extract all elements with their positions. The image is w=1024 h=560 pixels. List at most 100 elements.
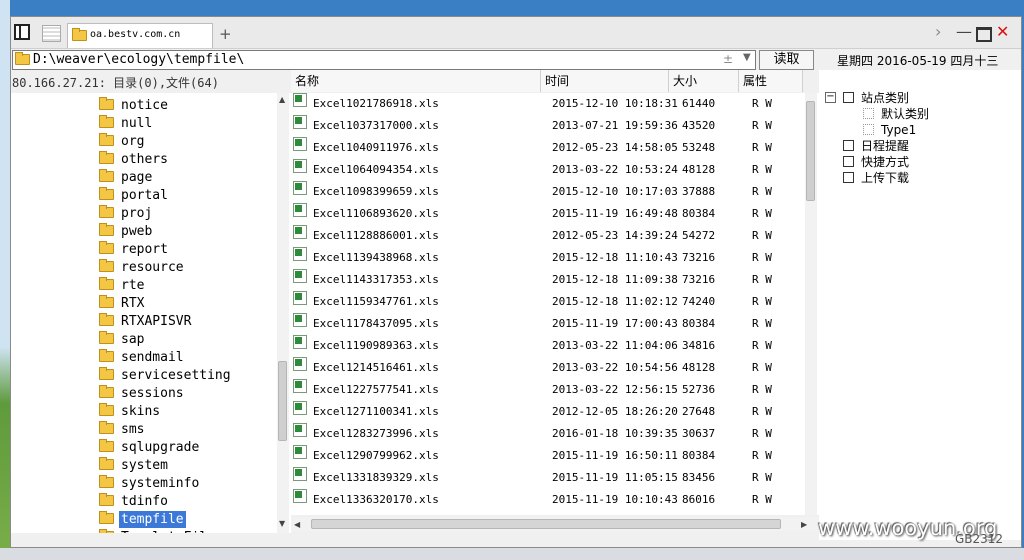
file-attr: R W <box>752 317 772 330</box>
folder-tree: notice null org others page portal proj pweb rep… <box>11 93 291 533</box>
file-attr: R W <box>752 97 772 110</box>
tree-scroll-thumb[interactable] <box>278 361 287 441</box>
folder-icon <box>99 511 114 524</box>
excel-file-icon <box>293 423 307 437</box>
tree-item-label: sessions <box>121 386 184 401</box>
folder-icon <box>99 223 114 236</box>
column-header-size[interactable]: 大小 <box>669 70 739 92</box>
read-button[interactable]: 读取 <box>759 50 814 70</box>
chevron-right-icon[interactable]: › <box>935 22 941 42</box>
file-name: Excel1190989363.xls <box>313 339 439 352</box>
file-name: Excel1106893620.xls <box>313 207 439 220</box>
file-list-scrollbar[interactable] <box>805 93 817 515</box>
folder-icon <box>99 403 114 416</box>
right-panel-item-label: 站点类别 <box>861 91 910 105</box>
excel-file-icon <box>293 467 307 481</box>
close-button[interactable]: ✕ <box>996 22 1009 42</box>
tree-item-label: tdinfo <box>121 494 168 509</box>
sidebar-toggle-icon[interactable] <box>14 24 30 40</box>
shortcut-icon <box>843 156 854 167</box>
new-tab-button[interactable]: + <box>219 25 232 43</box>
file-row[interactable]: Excel1106893620.xls 2015-11-19 16:49:48 80… <box>291 203 811 225</box>
file-row[interactable]: Excel1336320170.xls 2015-11-19 10:10:43 86… <box>291 489 811 511</box>
file-row[interactable]: Excel1098399659.xls 2015-12-10 10:17:03 37… <box>291 181 811 203</box>
file-row[interactable]: Excel1271100341.xls 2012-12-05 18:26:20 27… <box>291 401 811 423</box>
scroll-down-icon[interactable]: ▼ <box>279 519 285 528</box>
folder-icon <box>99 205 114 218</box>
desktop-taskbar-strip <box>0 548 1024 560</box>
folder-icon <box>99 421 114 434</box>
minimize-button[interactable]: — <box>956 22 972 42</box>
file-row[interactable]: Excel1190989363.xls 2013-03-22 11:04:06 34… <box>291 335 811 357</box>
folder-icon <box>99 529 114 533</box>
scroll-up-icon[interactable]: ▲ <box>279 95 285 104</box>
file-time: 2015-11-19 10:10:43 <box>552 493 678 506</box>
file-scroll-thumb[interactable] <box>806 101 815 201</box>
right-panel-item-label: Type1 <box>881 123 917 137</box>
file-row[interactable]: Excel1227577541.xls 2013-03-22 12:56:15 52… <box>291 379 811 401</box>
folder-icon <box>99 115 114 128</box>
file-attr: R W <box>752 119 772 132</box>
path-input[interactable]: D:\weaver\ecology\tempfile\ ± ▼ <box>12 50 756 70</box>
file-row[interactable]: Excel1159347761.xls 2015-12-18 11:02:12 74… <box>291 291 811 313</box>
tree-item-label: null <box>121 116 153 131</box>
right-panel: 站点类别 − 默认类别 Type1 日程提醒 快捷方式 上传下载 <box>819 70 1021 540</box>
file-name: Excel1128886001.xls <box>313 229 439 242</box>
file-row[interactable]: Excel1283273996.xls 2016-01-18 10:39:35 30… <box>291 423 811 445</box>
excel-file-icon <box>293 159 307 173</box>
tree-scrollbar[interactable]: ▲ ▼ <box>277 93 289 533</box>
file-size: 30637 <box>682 427 716 440</box>
scroll-right-icon[interactable]: ▶ <box>801 520 807 529</box>
file-size: 34816 <box>682 339 716 352</box>
file-row[interactable]: Excel1214516461.xls 2013-03-22 10:54:56 48… <box>291 357 811 379</box>
category-icon <box>863 124 874 135</box>
file-name: Excel1283273996.xls <box>313 427 439 440</box>
file-row[interactable]: Excel1021786918.xls 2015-12-10 10:18:31 61… <box>291 93 811 115</box>
encoding-label: GB2312 <box>955 532 1004 546</box>
plus-minus-icon[interactable]: ± <box>723 52 733 66</box>
file-row[interactable]: Excel1128886001.xls 2012-05-23 14:39:24 54… <box>291 225 811 247</box>
scroll-left-icon[interactable]: ◀ <box>294 520 300 529</box>
tree-item-label: sqlupgrade <box>121 440 200 455</box>
folder-icon <box>99 169 114 182</box>
chevron-down-icon[interactable]: ▼ <box>743 52 751 63</box>
file-size: 54272 <box>682 229 716 242</box>
file-time: 2013-03-22 10:53:24 <box>552 163 678 176</box>
file-row[interactable]: Excel1290799962.xls 2015-11-19 16:50:11 80… <box>291 445 811 467</box>
column-header-attr[interactable]: 属性 <box>739 70 803 92</box>
folder-icon <box>99 97 114 110</box>
tree-item-label: system <box>121 458 168 473</box>
file-row[interactable]: Excel1139438968.xls 2015-12-18 11:10:43 73… <box>291 247 811 269</box>
file-row[interactable]: Excel1040911976.xls 2012-05-23 14:58:05 53… <box>291 137 811 159</box>
column-header-time[interactable]: 时间 <box>541 70 669 92</box>
excel-file-icon <box>293 291 307 305</box>
tab-grid-icon[interactable] <box>42 25 61 42</box>
tree-item-label: page <box>121 170 153 185</box>
file-time: 2012-05-23 14:58:05 <box>552 141 678 154</box>
file-row[interactable]: Excel1178437095.xls 2015-11-19 17:00:43 80… <box>291 313 811 335</box>
file-attr: R W <box>752 493 772 506</box>
hscroll-thumb[interactable] <box>311 519 781 529</box>
file-attr: R W <box>752 383 772 396</box>
file-name: Excel1290799962.xls <box>313 449 439 462</box>
folder-icon <box>99 385 114 398</box>
file-size: 27648 <box>682 405 716 418</box>
tree-item-label: sap <box>121 332 145 347</box>
file-row[interactable]: Excel1064094354.xls 2013-03-22 10:53:24 48… <box>291 159 811 181</box>
file-name: Excel1143317353.xls <box>313 273 439 286</box>
maximize-button[interactable] <box>976 27 992 42</box>
host-summary: 80.166.27.21: 目录(0),文件(64) <box>12 76 219 90</box>
file-time: 2016-01-18 10:39:35 <box>552 427 678 440</box>
file-list-hscrollbar[interactable]: ◀ ▶ <box>291 517 819 531</box>
file-row[interactable]: Excel1143317353.xls 2015-12-18 11:09:38 73… <box>291 269 811 291</box>
excel-file-icon <box>293 181 307 195</box>
tab-oa-bestv[interactable]: oa.bestv.com.cn <box>67 23 213 48</box>
file-row[interactable]: Excel1331839329.xls 2015-11-19 11:05:15 83… <box>291 467 811 489</box>
tree-item-label: sendmail <box>121 350 184 365</box>
column-header-name[interactable]: 名称 <box>291 70 541 92</box>
file-attr: R W <box>752 273 772 286</box>
collapse-icon[interactable]: − <box>825 92 836 103</box>
file-row[interactable]: Excel1037317000.xls 2013-07-21 19:59:36 43… <box>291 115 811 137</box>
file-attr: R W <box>752 141 772 154</box>
file-attr: R W <box>752 405 772 418</box>
